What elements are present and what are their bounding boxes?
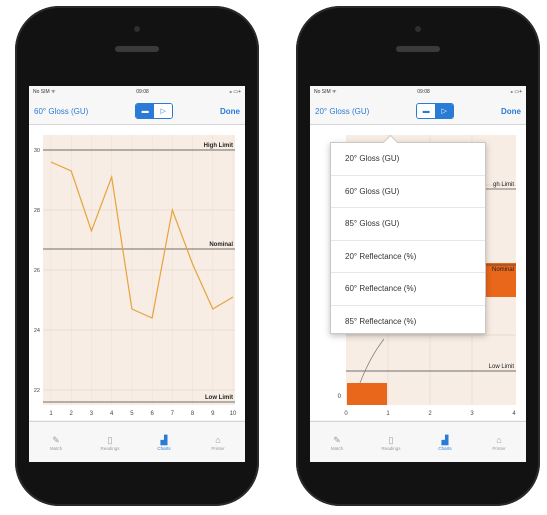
x-tick-label: 3 bbox=[90, 411, 94, 417]
high-limit-label: gh Limit bbox=[493, 182, 514, 188]
tab-readings[interactable]: ▯ Readings bbox=[364, 422, 418, 462]
x-tick-label: 5 bbox=[130, 411, 134, 417]
pencil-icon: ✎ bbox=[52, 434, 60, 445]
measurement-popover: 20° Gloss (GU) 60° Gloss (GU) 85° Gloss … bbox=[330, 134, 486, 334]
popover-item-60-gloss[interactable]: 60° Gloss (GU) bbox=[331, 176, 485, 208]
measurement-selector[interactable]: 60° Gloss (GU) bbox=[34, 107, 88, 116]
tab-printer[interactable]: ⌂ Printer bbox=[472, 422, 526, 462]
x-tick-label: 1 bbox=[386, 411, 390, 417]
tab-charts[interactable]: ▟ Charts bbox=[418, 422, 472, 462]
pencil-icon: ✎ bbox=[333, 434, 341, 445]
nav-bar: 20° Gloss (GU) ▬ ▷ Done bbox=[310, 98, 526, 125]
tab-printer[interactable]: ⌂ Printer bbox=[191, 422, 245, 462]
battery-indicator: ⁎ ▭+ bbox=[229, 89, 241, 95]
popover-item-85-gloss[interactable]: 85° Gloss (GU) bbox=[331, 208, 485, 241]
tab-readings[interactable]: ▯ Readings bbox=[83, 422, 137, 462]
popover-item-85-reflectance[interactable]: 85° Reflectance (%) bbox=[331, 306, 485, 338]
front-camera bbox=[415, 26, 421, 32]
tab-bar: ✎ Match ▯ Readings ▟ Charts ⌂ Printer bbox=[29, 421, 245, 462]
clock: 09:08 bbox=[136, 89, 149, 95]
reference-line-label: High Limit bbox=[204, 143, 233, 149]
bar-first bbox=[347, 383, 387, 405]
play-icon[interactable]: ▷ bbox=[435, 104, 454, 118]
tab-label: Charts bbox=[438, 445, 452, 451]
done-button[interactable]: Done bbox=[220, 107, 240, 116]
done-button[interactable]: Done bbox=[501, 107, 521, 116]
screen-left: No SIM ᯤ 09:08 ⁎ ▭+ 60° Gloss (GU) ▬ ▷ D… bbox=[29, 86, 245, 462]
clipboard-icon: ▯ bbox=[388, 434, 394, 445]
folder-icon[interactable]: ▬ bbox=[417, 104, 436, 118]
play-icon[interactable]: ▷ bbox=[154, 104, 173, 118]
y-tick-label: 28 bbox=[34, 208, 40, 214]
popover-item-20-reflectance[interactable]: 20° Reflectance (%) bbox=[331, 241, 485, 273]
low-limit-label: Low Limit bbox=[489, 364, 515, 370]
view-segmented-control[interactable]: ▬ ▷ bbox=[135, 103, 174, 119]
chart-icon: ▟ bbox=[160, 434, 168, 445]
status-bar: No SIM ᯤ 09:08 ⁎ ▭+ bbox=[310, 86, 526, 98]
tab-label: Printer bbox=[492, 445, 506, 451]
popover-item-20-gloss[interactable]: 20° Gloss (GU) bbox=[331, 143, 485, 176]
clipboard-icon: ▯ bbox=[107, 434, 113, 445]
tab-match[interactable]: ✎ Match bbox=[29, 422, 83, 462]
earpiece-speaker bbox=[396, 46, 440, 52]
nominal-label: Nominal bbox=[492, 267, 514, 273]
x-tick-label: 6 bbox=[150, 411, 154, 417]
y-tick-label: 22 bbox=[34, 388, 40, 394]
tab-match[interactable]: ✎ Match bbox=[310, 422, 364, 462]
screen-right: No SIM ᯤ 09:08 ⁎ ▭+ 20° Gloss (GU) ▬ ▷ D… bbox=[310, 86, 526, 462]
chart-icon: ▟ bbox=[441, 434, 449, 445]
status-bar: No SIM ᯤ 09:08 ⁎ ▭+ bbox=[29, 86, 245, 98]
tab-label: Readings bbox=[100, 445, 120, 451]
folder-icon[interactable]: ▬ bbox=[136, 104, 155, 118]
battery-indicator: ⁎ ▭+ bbox=[510, 89, 522, 95]
x-tick-label: 3 bbox=[470, 411, 474, 417]
x-tick-label: 4 bbox=[512, 411, 516, 417]
front-camera bbox=[134, 26, 140, 32]
y-tick-label: 30 bbox=[34, 148, 40, 154]
x-tick-label: 2 bbox=[428, 411, 432, 417]
nav-bar: 60° Gloss (GU) ▬ ▷ Done bbox=[29, 98, 245, 125]
clock: 09:08 bbox=[417, 89, 430, 95]
line-chart: High LimitNominalLow Limit 3028262422 12… bbox=[34, 135, 237, 417]
phone-right: No SIM ᯤ 09:08 ⁎ ▭+ 20° Gloss (GU) ▬ ▷ D… bbox=[296, 6, 540, 506]
tab-label: Match bbox=[330, 445, 344, 451]
tab-label: Printer bbox=[211, 445, 225, 451]
carrier-label: No SIM ᯤ bbox=[33, 89, 56, 95]
x-tick-label: 10 bbox=[230, 411, 237, 417]
x-tick-label: 1 bbox=[49, 411, 53, 417]
phone-left: No SIM ᯤ 09:08 ⁎ ▭+ 60° Gloss (GU) ▬ ▷ D… bbox=[15, 6, 259, 506]
carrier-label: No SIM ᯤ bbox=[314, 89, 337, 95]
tab-label: Match bbox=[49, 445, 63, 451]
reference-line-label: Low Limit bbox=[205, 395, 233, 401]
x-tick-label: 4 bbox=[110, 411, 114, 417]
x-tick-label: 7 bbox=[171, 411, 175, 417]
tab-bar: ✎ Match ▯ Readings ▟ Charts ⌂ Printer bbox=[310, 421, 526, 462]
printer-icon: ⌂ bbox=[215, 434, 221, 445]
trend-chart: High Limit Nominal Low Limit 30 28 26 24 22 12… bbox=[29, 125, 245, 420]
view-segmented-control[interactable]: ▬ ▷ bbox=[416, 103, 455, 119]
tab-charts[interactable]: ▟ Charts bbox=[137, 422, 191, 462]
reference-line-label: Nominal bbox=[209, 242, 233, 248]
y-tick-label: 24 bbox=[34, 328, 40, 334]
x-tick-label: 8 bbox=[191, 411, 195, 417]
printer-icon: ⌂ bbox=[496, 434, 502, 445]
y-tick-label: 0 bbox=[338, 394, 342, 400]
measurement-selector[interactable]: 20° Gloss (GU) bbox=[315, 107, 369, 116]
tab-label: Readings bbox=[381, 445, 401, 451]
x-tick-label: 0 bbox=[344, 411, 348, 417]
earpiece-speaker bbox=[115, 46, 159, 52]
y-tick-label: 26 bbox=[34, 268, 40, 274]
x-tick-label: 2 bbox=[70, 411, 74, 417]
x-tick-label: 9 bbox=[211, 411, 215, 417]
popover-item-60-reflectance[interactable]: 60° Reflectance (%) bbox=[331, 273, 485, 306]
tab-label: Charts bbox=[157, 445, 171, 451]
